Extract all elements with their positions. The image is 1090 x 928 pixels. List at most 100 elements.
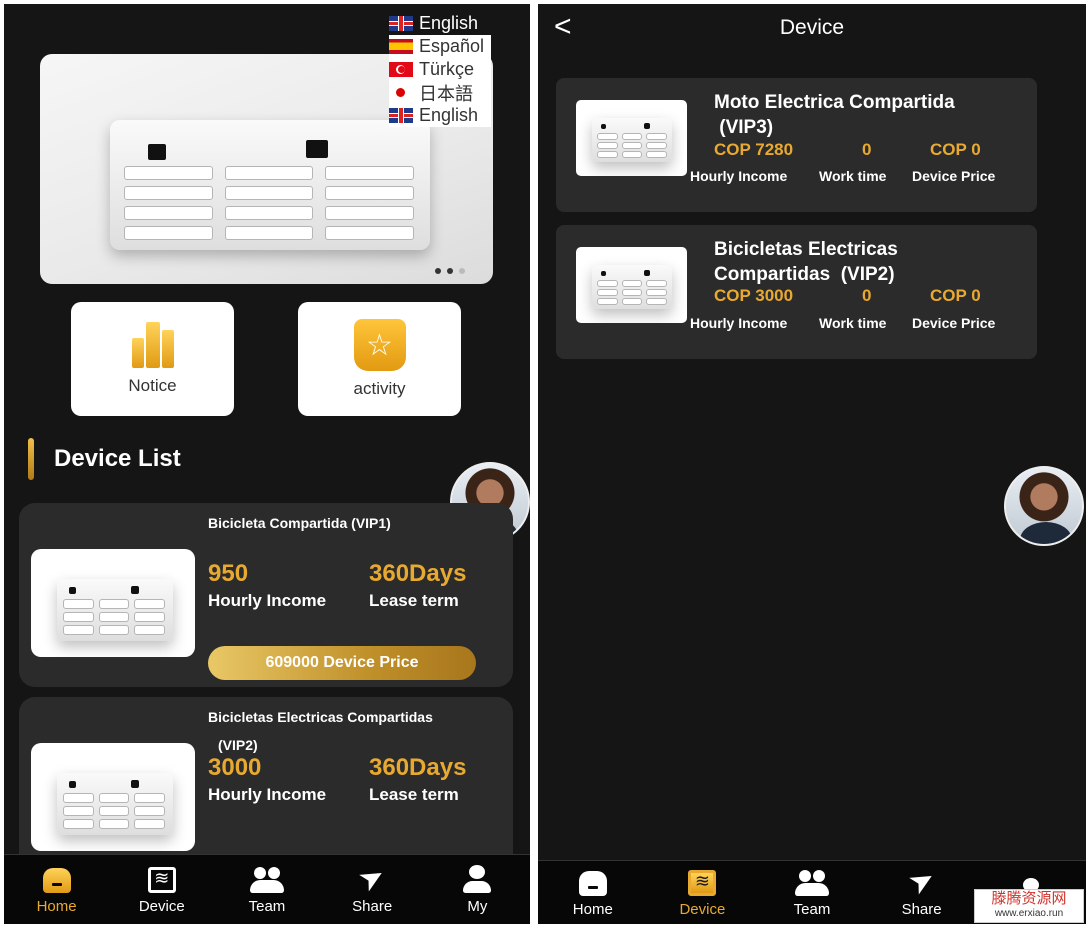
tab-label: Team xyxy=(793,900,831,918)
device-illustration xyxy=(110,120,430,250)
building-icon xyxy=(130,322,176,368)
device-illustration xyxy=(592,265,672,309)
tab-label: Device xyxy=(679,900,726,918)
language-label: English xyxy=(419,13,479,33)
tab-device[interactable]: Device xyxy=(117,855,207,924)
spain-flag-icon xyxy=(389,39,413,54)
star-icon: ☆ xyxy=(353,319,406,371)
device-illustration xyxy=(57,579,173,641)
share-icon xyxy=(905,868,939,898)
device-price-label: Device Price xyxy=(912,315,996,331)
device-item-vip3[interactable]: Moto Electrica Compartida (VIP3) COP 728… xyxy=(556,78,1037,212)
hourly-income-value: 3000 xyxy=(208,754,262,781)
language-label: 日本語 xyxy=(419,83,473,104)
turkey-flag-icon xyxy=(389,62,413,77)
device-vip-level: (VIP2) xyxy=(218,737,258,753)
tab-label: My xyxy=(467,897,488,915)
section-header: Device List xyxy=(28,438,181,480)
japan-flag-icon xyxy=(389,85,413,100)
activity-label: activity xyxy=(353,379,406,398)
hourly-income-label: Hourly Income xyxy=(208,591,327,610)
device-name: Moto Electrica Compartida (VIP3) xyxy=(714,90,1024,140)
lease-term-label: Lease term xyxy=(369,591,459,610)
device-price-label: Device Price xyxy=(912,168,996,184)
language-option-english-2[interactable]: English xyxy=(389,104,491,127)
tab-team[interactable]: Team xyxy=(767,861,857,924)
device-name-line2: (VIP3) xyxy=(714,117,774,138)
language-label: Türkçe xyxy=(419,59,475,79)
home-screen: English Español Türkçe 日本語 English Notic… xyxy=(4,4,530,924)
work-time-value: 0 xyxy=(862,286,872,305)
hourly-income-label: Hourly Income xyxy=(690,315,788,331)
device-screen: Device < Moto Electrica Compartida (VIP3… xyxy=(538,4,1086,924)
device-thumbnail xyxy=(31,743,195,851)
activity-button[interactable]: ☆ activity xyxy=(298,302,461,416)
lease-term-value: 360Days xyxy=(369,754,467,781)
hourly-income-value: 950 xyxy=(208,560,249,587)
user-icon xyxy=(460,864,494,895)
work-time-value: 0 xyxy=(862,140,872,159)
device-thumbnail xyxy=(31,549,195,657)
device-thumbnail xyxy=(576,247,687,323)
share-icon xyxy=(355,865,389,895)
device-icon xyxy=(685,868,719,898)
device-card-vip1[interactable]: Bicicleta Compartida (VIP1) 950 Hourly I… xyxy=(19,503,513,687)
carousel-dots[interactable] xyxy=(435,268,465,274)
device-price-value: COP 0 xyxy=(930,140,981,159)
device-illustration xyxy=(592,118,672,162)
language-option-spanish[interactable]: Español xyxy=(389,35,491,58)
notice-label: Notice xyxy=(128,376,177,395)
language-menu: English Español Türkçe 日本語 English xyxy=(389,12,491,127)
device-price-button[interactable]: 609000 Device Price xyxy=(208,646,476,680)
tab-share[interactable]: Share xyxy=(877,861,967,924)
carousel-dot[interactable] xyxy=(435,268,441,274)
watermark-url: www.erxiao.run xyxy=(994,908,1064,919)
team-icon xyxy=(794,868,829,898)
tab-label: Share xyxy=(352,897,393,915)
page-title: Device xyxy=(779,16,845,39)
uk-flag-icon xyxy=(389,108,413,123)
device-card-vip2[interactable]: Bicicletas Electricas Compartidas (VIP2)… xyxy=(19,697,513,877)
device-name: Bicicletas Electricas Compartidas xyxy=(208,709,433,725)
section-accent-bar xyxy=(28,438,34,480)
bottom-tab-bar: Home Device Team Share My xyxy=(4,854,530,924)
language-option-english[interactable]: English xyxy=(389,12,491,35)
tab-label: Share xyxy=(901,900,942,918)
device-price-value: COP 0 xyxy=(930,286,981,305)
device-name: Bicicletas Electricas Compartidas (VIP2) xyxy=(714,237,1024,287)
section-title: Device List xyxy=(54,445,181,472)
tab-home[interactable]: Home xyxy=(548,861,638,924)
language-label: Español xyxy=(419,36,485,56)
notice-button[interactable]: Notice xyxy=(71,302,234,416)
customer-service-avatar[interactable] xyxy=(1004,466,1084,546)
hourly-income-label: Hourly Income xyxy=(208,785,327,804)
device-illustration xyxy=(57,773,173,835)
lease-term-value: 360Days xyxy=(369,560,467,587)
back-button[interactable]: < xyxy=(554,12,572,42)
tab-device[interactable]: Device xyxy=(657,861,747,924)
hourly-income-value: COP 3000 xyxy=(714,286,794,305)
language-option-turkish[interactable]: Türkçe xyxy=(389,58,491,81)
device-name-line1: Bicicletas Electricas xyxy=(714,239,898,260)
tab-share[interactable]: Share xyxy=(327,855,417,924)
device-icon xyxy=(145,865,179,895)
tab-home[interactable]: Home xyxy=(12,855,102,924)
work-time-label: Work time xyxy=(819,315,887,331)
tab-my[interactable]: My xyxy=(432,855,522,924)
device-name-line1: Moto Electrica Compartida xyxy=(714,92,955,113)
device-item-vip2[interactable]: Bicicletas Electricas Compartidas (VIP2)… xyxy=(556,225,1037,359)
lease-term-label: Lease term xyxy=(369,785,459,804)
tab-label: Home xyxy=(572,900,613,918)
device-name: Bicicleta Compartida (VIP1) xyxy=(208,515,391,531)
language-option-japanese[interactable]: 日本語 xyxy=(389,81,491,104)
carousel-dot[interactable] xyxy=(459,268,465,274)
carousel-dot[interactable] xyxy=(447,268,453,274)
tab-team[interactable]: Team xyxy=(222,855,312,924)
home-icon xyxy=(40,865,74,895)
home-icon xyxy=(576,868,610,898)
device-thumbnail xyxy=(576,100,687,176)
work-time-label: Work time xyxy=(819,168,887,184)
tab-label: Home xyxy=(36,897,77,915)
uk-flag-icon xyxy=(389,16,413,31)
tab-label: Device xyxy=(138,897,185,915)
